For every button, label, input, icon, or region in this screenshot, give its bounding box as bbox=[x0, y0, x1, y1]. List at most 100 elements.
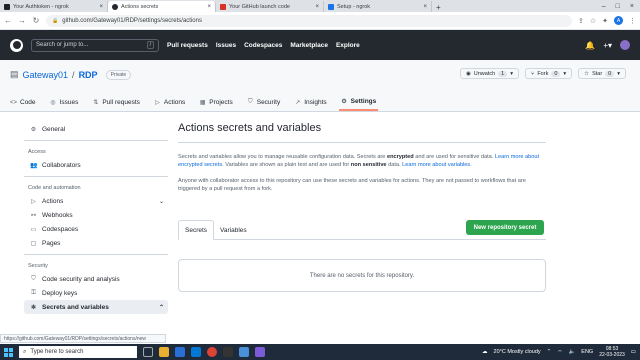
graph-icon: ↗ bbox=[295, 100, 301, 106]
browser-extensions: ⇪ ☆ ✦ A ⋮ bbox=[578, 16, 636, 25]
app-icon[interactable] bbox=[255, 347, 265, 357]
visibility-badge: Private bbox=[105, 69, 132, 80]
play-icon: ▷ bbox=[31, 198, 36, 205]
chevron-up-icon[interactable]: ⌃ bbox=[547, 349, 552, 355]
browser-tab-strip: Your Authtoken - ngrok × Actions secrets… bbox=[0, 0, 640, 12]
nav-marketplace[interactable]: Marketplace bbox=[290, 42, 328, 49]
chevron-up-icon: ⌃ bbox=[158, 304, 164, 311]
sidebar-item-collaborators[interactable]: 👥 Collaborators bbox=[24, 158, 168, 172]
repo-owner-link[interactable]: Gateway01 bbox=[23, 70, 69, 80]
sidebar-item-deploy-keys[interactable]: ⚿ Deploy keys bbox=[24, 286, 168, 300]
github-header-right: 🔔 +▾ bbox=[585, 40, 630, 50]
notifications-icon[interactable]: ▭ bbox=[631, 349, 636, 355]
system-tray: ☁ 20°C Mostly cloudy ⌃ ⌔ 🔈 ENG 08:53 22-… bbox=[482, 346, 636, 358]
browser-tab-actions-secrets[interactable]: Actions secrets × bbox=[108, 1, 216, 12]
code-icon: <> bbox=[10, 99, 18, 106]
windows-start-icon[interactable] bbox=[4, 347, 13, 357]
store-icon[interactable] bbox=[191, 347, 201, 357]
github-search-input[interactable]: Search or jump to... / bbox=[31, 38, 159, 52]
clock[interactable]: 08:53 22-03-2023 bbox=[599, 346, 625, 358]
chrome-icon[interactable] bbox=[207, 347, 217, 357]
browser-tab-ngrok-authtoken[interactable]: Your Authtoken - ngrok × bbox=[0, 1, 108, 12]
close-icon[interactable]: × bbox=[423, 4, 427, 10]
tab-security[interactable]: ⛉ Security bbox=[245, 94, 282, 111]
nav-explore[interactable]: Explore bbox=[336, 42, 360, 49]
back-icon[interactable]: ← bbox=[4, 16, 12, 25]
star-bookmark-icon[interactable]: ☆ bbox=[590, 17, 596, 25]
task-view-icon[interactable] bbox=[143, 347, 153, 357]
nav-issues[interactable]: Issues bbox=[216, 42, 236, 49]
tab-variables[interactable]: Variables bbox=[214, 220, 253, 240]
taskbar-search-input[interactable]: ⌕ Type here to search bbox=[19, 346, 137, 358]
tab-issues[interactable]: ◎ Issues bbox=[48, 94, 81, 111]
network-icon[interactable]: ⌔ bbox=[557, 349, 562, 356]
pull-request-icon: ⇅ bbox=[93, 100, 99, 106]
sidebar-item-codespaces[interactable]: ▭ Codespaces bbox=[24, 222, 168, 236]
tab-secrets[interactable]: Secrets bbox=[178, 220, 215, 240]
github-logo-icon[interactable] bbox=[10, 38, 23, 52]
tab-actions[interactable]: ▷ Actions bbox=[152, 94, 187, 111]
github-nav: Pull requests Issues Codespaces Marketpl… bbox=[167, 42, 360, 49]
file-explorer-icon[interactable] bbox=[159, 347, 169, 357]
gear-icon: ⚙ bbox=[30, 126, 37, 133]
table-icon: ▦ bbox=[199, 100, 206, 106]
close-window-icon[interactable]: × bbox=[630, 3, 634, 10]
gmail-favicon-icon bbox=[220, 3, 226, 10]
nav-pull-requests[interactable]: Pull requests bbox=[167, 42, 208, 49]
chevron-down-icon: ▾ bbox=[617, 70, 620, 77]
language-indicator[interactable]: ENG bbox=[581, 349, 593, 355]
browser-icon: ▢ bbox=[30, 240, 37, 247]
repo-icon: ▤ bbox=[10, 69, 19, 79]
tab-code[interactable]: <> Code bbox=[8, 94, 38, 111]
weather-text[interactable]: 20°C Mostly cloudy bbox=[494, 349, 541, 355]
menu-icon[interactable]: ⋮ bbox=[629, 17, 636, 25]
minimize-icon[interactable]: – bbox=[602, 3, 606, 10]
tab-insights[interactable]: ↗ Insights bbox=[292, 94, 328, 111]
people-icon: 👥 bbox=[30, 162, 38, 169]
close-icon[interactable]: × bbox=[207, 4, 211, 10]
maximize-icon[interactable]: □ bbox=[616, 3, 620, 10]
create-new-icon[interactable]: +▾ bbox=[603, 41, 612, 50]
sidebar-heading-access: Access bbox=[24, 140, 168, 158]
browser-tab-ngrok-setup[interactable]: Setup - ngrok × bbox=[324, 1, 432, 12]
sidebar-item-general[interactable]: ⚙ General bbox=[24, 122, 168, 136]
shield-icon: ⛉ bbox=[247, 99, 253, 105]
app-icon[interactable] bbox=[239, 347, 249, 357]
sidebar-item-secrets-variables[interactable]: ✱ Secrets and variables ⌃ bbox=[24, 300, 168, 314]
repo-name-link[interactable]: RDP bbox=[79, 70, 98, 80]
tab-projects[interactable]: ▦ Projects bbox=[197, 94, 234, 111]
nav-codespaces[interactable]: Codespaces bbox=[244, 42, 282, 49]
terminal-icon[interactable] bbox=[223, 347, 233, 357]
notification-bell-icon[interactable]: 🔔 bbox=[585, 41, 595, 50]
search-icon: ⌕ bbox=[23, 348, 27, 355]
profile-avatar[interactable]: A bbox=[614, 16, 623, 25]
new-repository-secret-button[interactable]: New repository secret bbox=[466, 220, 544, 235]
edge-icon[interactable] bbox=[175, 347, 185, 357]
new-tab-button[interactable]: + bbox=[432, 3, 445, 12]
sidebar-item-webhooks[interactable]: ⚯ Webhooks bbox=[24, 208, 168, 222]
sidebar-item-pages[interactable]: ▢ Pages bbox=[24, 236, 168, 250]
sidebar-item-code-security[interactable]: ⛉ Code security and analysis bbox=[24, 272, 168, 286]
tab-settings[interactable]: ⚙ Settings bbox=[338, 94, 379, 111]
browser-tab-launch-code[interactable]: Your GitHub launch code × bbox=[216, 1, 324, 12]
user-avatar[interactable] bbox=[620, 40, 630, 50]
star-button[interactable]: ☆ Star 0 ▾ bbox=[578, 68, 626, 79]
close-icon[interactable]: × bbox=[315, 4, 319, 10]
tab-pull-requests[interactable]: ⇅ Pull requests bbox=[90, 94, 142, 111]
fork-icon: ⑂ bbox=[531, 70, 535, 77]
volume-icon[interactable]: 🔈 bbox=[568, 349, 575, 355]
link-status-bar: https://github.com/Gateway01/RDP/setting… bbox=[0, 334, 166, 343]
play-icon: ▷ bbox=[155, 100, 160, 106]
url-field[interactable]: 🔒 github.com/Gateway01/RDP/settings/secr… bbox=[46, 14, 572, 27]
gear-icon: ⚙ bbox=[341, 99, 347, 105]
fork-button[interactable]: ⑂ Fork 0 ▾ bbox=[525, 68, 573, 79]
share-icon[interactable]: ⇪ bbox=[578, 17, 584, 25]
sidebar-item-actions[interactable]: ▷ Actions ⌄ bbox=[24, 194, 168, 208]
reload-icon[interactable]: ↻ bbox=[32, 16, 40, 25]
unwatch-button[interactable]: ◉ Unwatch 1 ▾ bbox=[459, 68, 519, 79]
forward-icon[interactable]: → bbox=[18, 16, 26, 25]
extensions-icon[interactable]: ✦ bbox=[602, 17, 608, 25]
page-title: Actions secrets and variables bbox=[178, 122, 546, 143]
close-icon[interactable]: × bbox=[99, 4, 103, 10]
learn-more-variables-link[interactable]: Learn more about variables bbox=[402, 162, 470, 168]
